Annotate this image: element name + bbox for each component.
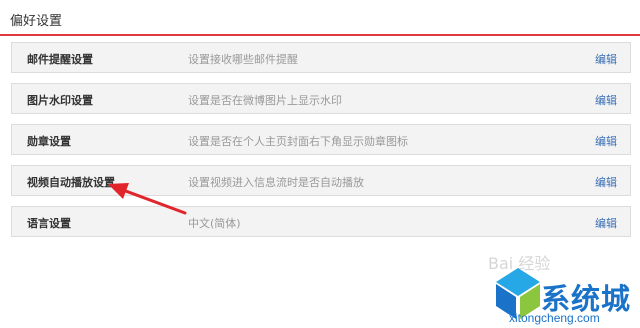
site-watermark: Bai 经验 系统城 xitongcheng.com <box>488 250 638 326</box>
preferences-page: 偏好设置 邮件提醒设置 设置接收哪些邮件提醒 编辑 图片水印设置 设置是否在微博… <box>0 0 640 328</box>
watermark-url: xitongcheng.com <box>509 311 600 325</box>
